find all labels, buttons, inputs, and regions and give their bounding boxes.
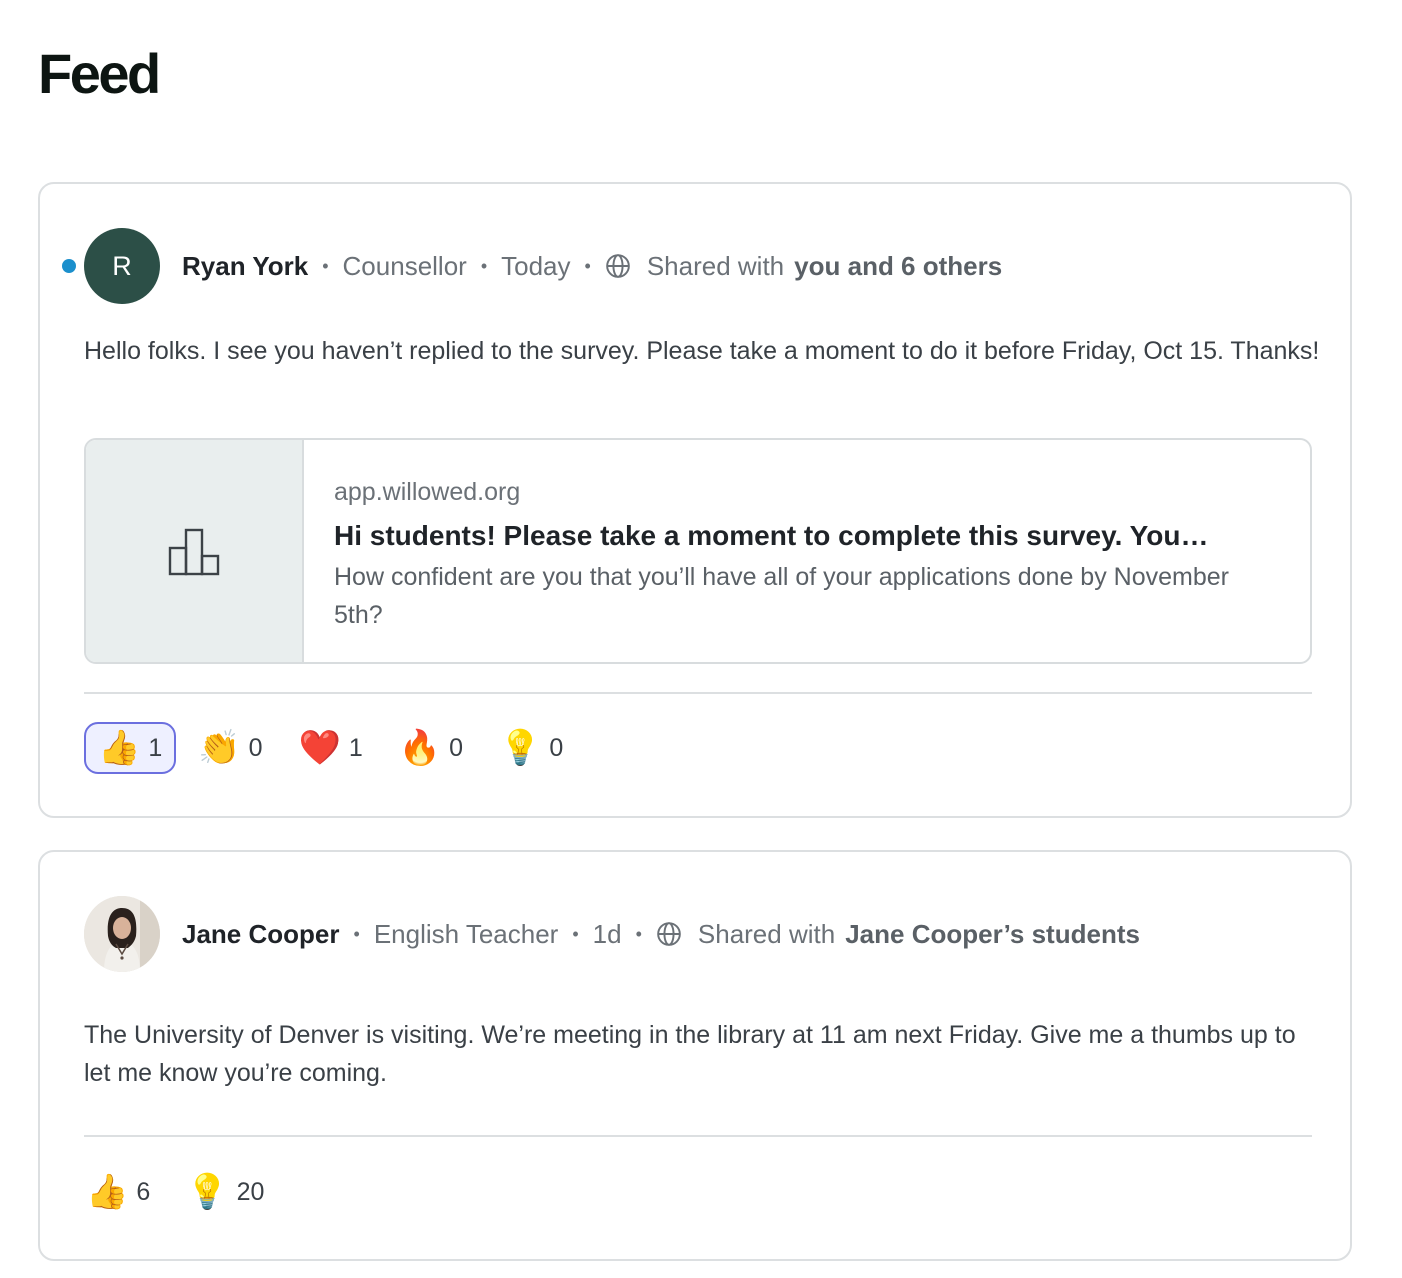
divider xyxy=(84,692,1312,694)
separator-dot: • xyxy=(322,255,329,276)
shared-with-label: Shared with xyxy=(646,250,785,281)
reaction-thumbs-up-button[interactable]: 👍 1 xyxy=(84,722,177,774)
separator-dot: • xyxy=(480,255,488,276)
reaction-clapping-hands-button[interactable]: 👏 0 xyxy=(184,722,276,774)
light-bulb-icon: 💡 xyxy=(186,1172,229,1212)
post-time: 1d xyxy=(592,918,622,949)
reaction-light-bulb-button[interactable]: 💡 20 xyxy=(172,1166,278,1218)
globe-icon xyxy=(657,922,681,946)
thumbs-up-icon: 👍 xyxy=(86,1172,129,1212)
author-name[interactable]: Ryan York xyxy=(182,251,308,282)
reaction-thumbs-up-button[interactable]: 👍 6 xyxy=(72,1166,164,1218)
light-bulb-icon: 💡 xyxy=(499,728,542,768)
post-time: Today xyxy=(501,250,571,281)
reaction-count: 0 xyxy=(549,733,564,762)
author-name[interactable]: Jane Cooper xyxy=(182,919,340,950)
post-header: R Ryan York • Counsellor • Today • Share… xyxy=(62,228,1002,304)
link-preview-domain: app.willowed.org xyxy=(334,478,521,506)
reaction-red-heart-button[interactable]: ❤️ 1 xyxy=(285,722,377,774)
link-preview-description: How confident are you that you’ll have a… xyxy=(334,563,1229,629)
bar-chart-icon xyxy=(168,528,220,576)
globe-icon xyxy=(606,254,630,278)
shared-with-audience[interactable]: Jane Cooper’s students xyxy=(845,919,1140,950)
reaction-count: 0 xyxy=(248,733,263,762)
reaction-count: 0 xyxy=(449,733,463,762)
avatar[interactable]: R xyxy=(84,228,160,304)
link-preview-title[interactable]: Hi students! Please take a moment to com… xyxy=(334,516,1278,556)
unread-indicator xyxy=(62,259,76,273)
profile-photo xyxy=(84,896,160,972)
divider xyxy=(84,1135,1312,1137)
reaction-bar: 👍 6 💡 20 xyxy=(84,1166,286,1218)
reaction-fire-button[interactable]: 🔥 0 xyxy=(385,722,477,774)
shared-with-audience[interactable]: you and 6 others xyxy=(794,251,1002,282)
separator-dot: • xyxy=(572,923,579,944)
shared-with-label: Shared with xyxy=(697,918,836,949)
reaction-count: 1 xyxy=(348,733,363,762)
thumbs-up-icon: 👍 xyxy=(98,728,141,768)
link-preview-thumbnail xyxy=(86,440,304,662)
reaction-bar: 👍 1 👏 0 ❤️ 1 🔥 0 💡 0 xyxy=(84,722,585,774)
post-body: Hello folks. I see you haven’t replied t… xyxy=(84,337,1320,365)
reaction-count: 6 xyxy=(136,1177,151,1206)
reaction-light-bulb-button[interactable]: 💡 0 xyxy=(485,722,577,774)
separator-dot: • xyxy=(584,255,591,276)
separator-dot: • xyxy=(353,923,360,944)
fire-icon: 🔥 xyxy=(398,728,442,768)
link-preview-card[interactable]: app.willowed.org Hi students! Please tak… xyxy=(84,438,1312,664)
red-heart-icon: ❤️ xyxy=(298,728,341,768)
separator-dot: • xyxy=(635,923,642,944)
reaction-count: 20 xyxy=(236,1177,265,1206)
post-body: The University of Denver is visiting. We… xyxy=(84,1021,1296,1087)
post-header: Jane Cooper • English Teacher • 1d • Sha… xyxy=(84,896,1140,972)
avatar[interactable] xyxy=(84,896,160,972)
page-title: Feed xyxy=(38,42,161,105)
link-preview-text: app.willowed.org Hi students! Please tak… xyxy=(304,440,1308,662)
clapping-hands-icon: 👏 xyxy=(198,728,241,768)
feed-post: R Ryan York • Counsellor • Today • Share… xyxy=(38,182,1352,818)
author-role: English Teacher xyxy=(373,918,559,949)
author-role: Counsellor xyxy=(342,250,467,281)
reaction-count: 1 xyxy=(148,733,163,762)
feed-post: Jane Cooper • English Teacher • 1d • Sha… xyxy=(38,850,1352,1261)
